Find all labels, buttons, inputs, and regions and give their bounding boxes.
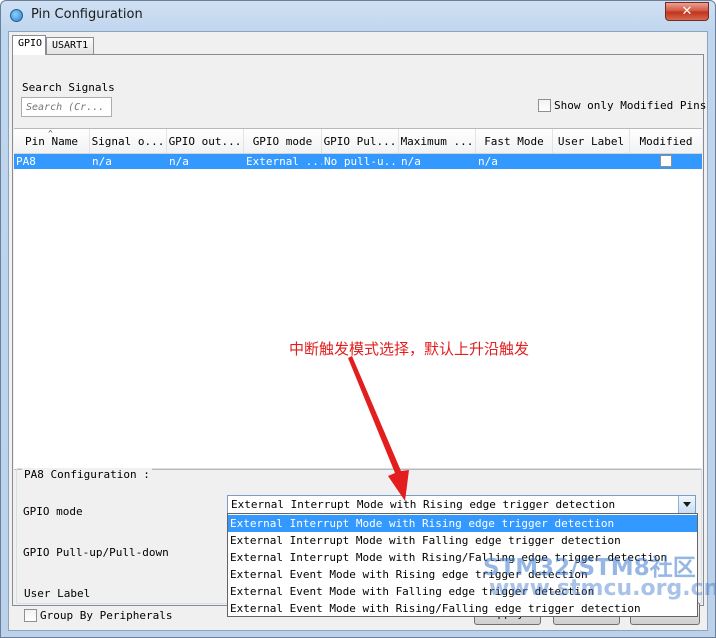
gpio-pull-label: GPIO Pull-up/Pull-down xyxy=(23,546,169,559)
chevron-down-icon[interactable] xyxy=(678,496,695,513)
group-by-peripherals-checkbox[interactable] xyxy=(24,609,37,622)
dropdown-option[interactable]: External Event Mode with Rising/Falling … xyxy=(228,600,697,617)
cell-user-label xyxy=(553,154,630,169)
dropdown-option[interactable]: External Interrupt Mode with Falling edg… xyxy=(228,532,697,549)
show-modified-label: Show only Modified Pins xyxy=(554,99,707,112)
column-header-gpio-mode[interactable]: GPIO mode xyxy=(244,129,322,153)
table-row[interactable]: PA8 n/a n/a External ... No pull-u... n/… xyxy=(14,154,702,169)
window-title: Pin Configuration xyxy=(31,7,143,22)
dropdown-option[interactable]: External Interrupt Mode with Rising edge… xyxy=(228,515,697,532)
table-header: ^ Pin Name Signal o... GPIO out... GPIO m… xyxy=(14,129,702,154)
close-button[interactable]: ✕ xyxy=(665,2,709,21)
gpio-mode-dropdown: External Interrupt Mode with Rising edge… xyxy=(227,513,698,617)
gpio-tab-panel: Search Signals Show only Modified Pins ^… xyxy=(12,54,707,617)
title-bar[interactable]: Pin Configuration ✕ xyxy=(1,1,715,31)
cell-fast-mode: n/a xyxy=(478,155,498,168)
tab-gpio[interactable]: GPIO xyxy=(12,35,46,55)
gpio-mode-label: GPIO mode xyxy=(23,505,83,518)
cell-maximum: n/a xyxy=(401,155,421,168)
app-icon xyxy=(10,9,23,22)
dropdown-option[interactable]: External Interrupt Mode with Rising/Fall… xyxy=(228,549,697,566)
dropdown-option[interactable]: External Event Mode with Falling edge tr… xyxy=(228,583,697,600)
cell-gpio-output: n/a xyxy=(169,155,189,168)
gpio-mode-select[interactable]: External Interrupt Mode with Rising edge… xyxy=(227,495,696,514)
config-group-title: PA8 Configuration : xyxy=(22,468,152,481)
column-header-signal[interactable]: Signal o... xyxy=(90,129,167,153)
pin-configuration-window: Pin Configuration ✕ GPIO USART1 Search S… xyxy=(0,0,716,638)
column-header-maximum[interactable]: Maximum ... xyxy=(399,129,476,153)
modified-checkbox[interactable] xyxy=(660,155,672,167)
gpio-mode-value: External Interrupt Mode with Rising edge… xyxy=(231,498,616,511)
tab-usart1[interactable]: USART1 xyxy=(46,37,94,54)
annotation-arrow-icon xyxy=(348,356,409,501)
column-header-fast-mode[interactable]: Fast Mode xyxy=(476,129,553,153)
cell-gpio-pull: No pull-u... xyxy=(324,155,399,168)
group-by-peripherals-label: Group By Peripherals xyxy=(40,609,173,622)
search-signals-input[interactable] xyxy=(21,97,112,117)
column-header-gpio-output[interactable]: GPIO out... xyxy=(167,129,244,153)
column-header-pin-name[interactable]: ^ Pin Name xyxy=(14,129,90,153)
dropdown-option[interactable]: External Event Mode with Rising edge tri… xyxy=(228,566,697,583)
search-signals-label: Search Signals xyxy=(22,81,115,94)
column-header-gpio-pull[interactable]: GPIO Pul... xyxy=(322,129,399,153)
dialog-client: GPIO USART1 Search Signals Show only Mod… xyxy=(8,31,708,631)
cell-gpio-mode: External ... xyxy=(246,155,322,168)
column-header-modified[interactable]: Modified xyxy=(630,129,702,153)
sort-ascending-icon: ^ xyxy=(48,129,53,138)
column-header-user-label[interactable]: User Label xyxy=(553,129,630,153)
show-modified-checkbox[interactable] xyxy=(538,99,551,112)
cell-signal: n/a xyxy=(92,155,112,168)
user-label-label: User Label xyxy=(24,587,91,600)
cell-pin-name: PA8 xyxy=(16,155,36,168)
